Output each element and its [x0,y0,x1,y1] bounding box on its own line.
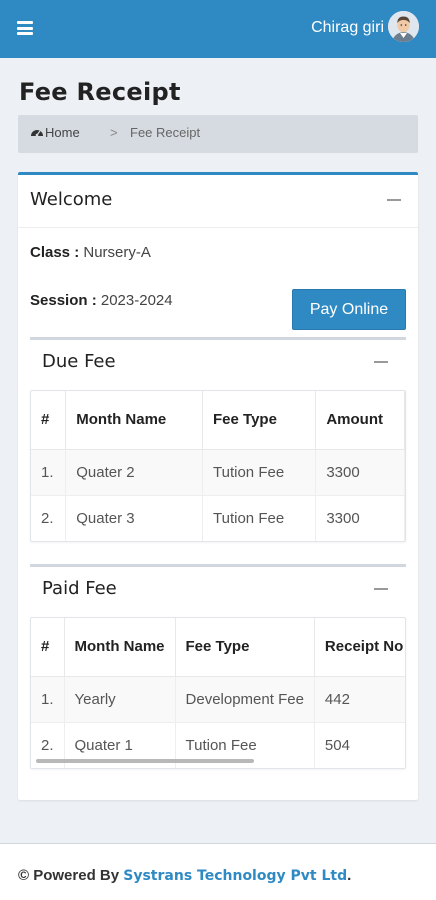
column-header: Fee Type [202,391,317,450]
table-cell: Yearly [64,676,176,723]
table-cell: 2. [31,495,67,541]
table-cell: 3300 [315,495,405,541]
footer-prefix: © Powered By [18,867,120,884]
breadcrumb-home-link[interactable]: Home [45,125,80,140]
column-header: Month Name [64,618,176,677]
column-header: Amount [315,391,405,450]
due-fee-box: Due Fee # Month Name Fee Type Amount 1. … [30,337,406,542]
pay-online-button[interactable]: Pay Online [292,289,406,330]
table-cell: 1. [31,676,65,723]
session-value: 2023-2024 [100,292,173,309]
table-cell: 442 [314,676,405,723]
table-cell: Development Fee [175,676,315,723]
divider [18,227,418,228]
paid-fee-box: Paid Fee # Month Name Fee Type Receipt N… [30,564,406,769]
class-info: Class : Nursery-A [30,244,151,261]
table-cell: 3300 [315,449,405,496]
table-row: 1. Yearly Development Fee 442 [31,676,405,723]
welcome-title: Welcome [30,189,113,210]
footer: © Powered By Systrans Technology Pvt Ltd… [0,843,436,900]
paid-fee-title: Paid Fee [42,578,117,599]
table-cell: 504 [314,722,405,768]
table-row: 1. Quater 2 Tution Fee 3300 [31,449,405,496]
class-value: Nursery-A [83,244,151,261]
welcome-collapse-icon[interactable] [387,199,401,201]
user-avatar[interactable] [388,11,419,42]
table-row: 2. Quater 3 Tution Fee 3300 [31,495,405,541]
page-title: Fee Receipt [19,78,181,106]
table-cell: Tution Fee [202,495,317,541]
class-label: Class : [30,244,80,261]
footer-text: © Powered By Systrans Technology Pvt Ltd… [18,867,351,884]
footer-suffix: . [347,867,352,884]
horizontal-scrollbar[interactable] [36,759,254,763]
session-label: Session : [30,292,97,309]
table-cell: Tution Fee [202,449,317,496]
column-header: # [31,618,65,677]
due-fee-title: Due Fee [42,351,116,372]
due-fee-collapse-icon[interactable] [374,361,388,363]
table-header-row: # Month Name Fee Type Amount [31,391,405,450]
menu-icon[interactable] [17,21,33,35]
table-header-row: # Month Name Fee Type Receipt No [31,618,405,677]
company-link[interactable]: Systrans Technology Pvt Ltd [123,868,347,884]
column-header: Receipt No [314,618,405,677]
due-fee-table-wrap: # Month Name Fee Type Amount 1. Quater 2… [30,390,406,542]
user-name[interactable]: Chirag giri [311,19,384,37]
breadcrumb-current: Fee Receipt [130,125,201,140]
breadcrumb: Home > Fee Receipt [18,115,418,153]
column-header: Month Name [65,391,204,450]
table-cell: Quater 3 [65,495,204,541]
table-cell: 1. [31,449,67,496]
column-header: # [31,391,67,450]
welcome-card: Welcome Class : Nursery-A Session : 2023… [18,172,418,800]
paid-fee-table-wrap[interactable]: # Month Name Fee Type Receipt No 1. Year… [30,617,406,769]
due-fee-table: # Month Name Fee Type Amount 1. Quater 2… [31,391,405,541]
top-navbar: Chirag giri [0,0,436,58]
paid-fee-table: # Month Name Fee Type Receipt No 1. Year… [31,618,405,768]
column-header: Fee Type [175,618,315,677]
breadcrumb-separator: > [110,125,118,140]
paid-fee-collapse-icon[interactable] [374,588,388,590]
dashboard-icon [30,126,44,140]
table-cell: Quater 2 [65,449,204,496]
session-info: Session : 2023-2024 [30,292,173,309]
